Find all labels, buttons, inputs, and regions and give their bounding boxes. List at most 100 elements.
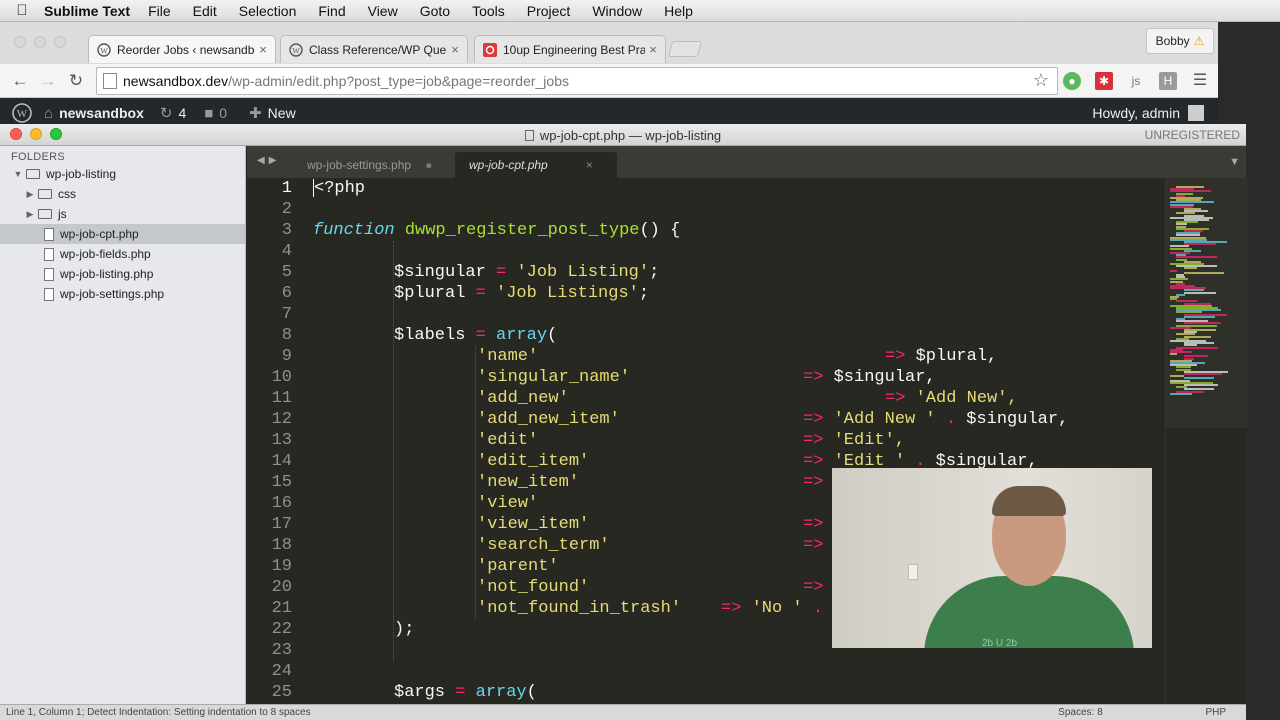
wp-account[interactable]: Howdy, admin xyxy=(1092,105,1204,121)
code-token: 'Add New', xyxy=(915,389,1018,408)
code-value-line-11: => 'Add New', xyxy=(885,388,1018,409)
chevron-right-icon[interactable]: ▶ xyxy=(24,209,36,220)
line-number: 19 xyxy=(271,557,292,576)
code-arrow-15: => xyxy=(803,473,824,492)
minimap-stroke xyxy=(1184,291,1216,294)
tree-folder-css[interactable]: ▶ css xyxy=(0,184,245,204)
code-token: array xyxy=(475,683,527,702)
menu-find[interactable]: Find xyxy=(318,3,345,19)
js-extension-icon[interactable]: js xyxy=(1127,72,1145,90)
macos-menu-bar:  Sublime Text File Edit Selection Find … xyxy=(0,0,1280,22)
wp-site-link[interactable]: ⌂ newsandbox xyxy=(44,105,144,122)
chevron-right-icon[interactable]: ▶ xyxy=(24,189,36,200)
line-number: 20 xyxy=(271,578,292,597)
file-icon xyxy=(44,287,54,301)
indentation-setting[interactable]: Spaces: 8 xyxy=(1058,707,1102,718)
tree-file-wp-job-settings[interactable]: wp-job-settings.php xyxy=(0,284,245,304)
code-token: $singular, xyxy=(833,368,936,387)
tree-file-wp-job-listing[interactable]: wp-job-listing.php xyxy=(0,264,245,284)
folder-icon xyxy=(26,169,40,179)
editor-tab-wp-job-cpt[interactable]: wp-job-cpt.php × xyxy=(455,152,617,178)
menu-goto[interactable]: Goto xyxy=(420,3,450,19)
menu-project[interactable]: Project xyxy=(527,3,571,19)
minimap-stroke xyxy=(1184,315,1216,318)
menu-file[interactable]: File xyxy=(148,3,171,19)
address-bar[interactable]: newsandbox.dev/wp-admin/edit.php?post_ty… xyxy=(96,67,1058,95)
browser-tab-reorder-jobs[interactable]: W Reorder Jobs ‹ newsandbo × xyxy=(88,35,276,63)
syntax-setting[interactable]: PHP xyxy=(1205,707,1226,718)
tab-title: Reorder Jobs ‹ newsandbo xyxy=(117,42,255,57)
updates-count: 4 xyxy=(178,105,187,121)
folders-header: FOLDERS xyxy=(11,151,66,163)
h-extension-icon[interactable]: H xyxy=(1159,72,1177,90)
new-tab-button[interactable] xyxy=(667,41,703,57)
tree-file-wp-job-fields[interactable]: wp-job-fields.php xyxy=(0,244,245,264)
tree-folder-wp-job-listing[interactable]: ▼ wp-job-listing xyxy=(0,164,245,184)
evernote-extension-icon[interactable]: ● xyxy=(1063,72,1081,90)
light-switch xyxy=(908,564,918,580)
wp-comments[interactable]: ■ 0 xyxy=(204,105,227,122)
close-tab-icon[interactable]: × xyxy=(586,158,593,172)
close-tab-icon[interactable]: × xyxy=(645,42,661,57)
line-number: 25 xyxy=(271,683,292,702)
line-number: 10 xyxy=(271,368,292,387)
minimap[interactable] xyxy=(1165,178,1247,704)
menu-selection[interactable]: Selection xyxy=(239,3,297,19)
reload-icon[interactable]: ↻ xyxy=(64,69,88,93)
status-text: Line 1, Column 1; Detect Indentation: Se… xyxy=(6,707,311,718)
browser-zoom-dot[interactable] xyxy=(54,36,66,48)
line-number: 23 xyxy=(271,641,292,660)
chevron-down-icon[interactable]: ▼ xyxy=(12,169,24,179)
menu-edit[interactable]: Edit xyxy=(193,3,217,19)
folder-icon xyxy=(38,209,52,219)
tab-scroll-arrows-icon[interactable]: ◀▶ xyxy=(257,155,280,166)
status-bar: Line 1, Column 1; Detect Indentation: Se… xyxy=(0,704,1246,720)
code-token: => xyxy=(803,368,824,387)
lastpass-extension-icon[interactable]: ✱ xyxy=(1095,72,1113,90)
line-number: 3 xyxy=(281,221,292,240)
browser-tab-wp-query[interactable]: W Class Reference/WP Query × xyxy=(280,35,468,63)
line-number: 18 xyxy=(271,536,292,555)
app-menu-sublime-text[interactable]: Sublime Text xyxy=(44,3,130,19)
svg-text:W: W xyxy=(17,108,28,120)
menu-view[interactable]: View xyxy=(368,3,398,19)
back-arrow-icon[interactable]: ← xyxy=(8,69,32,93)
wp-logo[interactable]: W xyxy=(12,103,32,123)
code-key-edit: 'edit' xyxy=(477,431,539,450)
code-token: => xyxy=(803,431,824,450)
sublime-title-bar: wp-job-cpt.php — wp-job-listing UNREGIST… xyxy=(0,124,1246,146)
menu-tools[interactable]: Tools xyxy=(472,3,505,19)
code-token: . xyxy=(945,410,957,429)
close-tab-icon[interactable]: × xyxy=(255,42,271,57)
line-number: 21 xyxy=(271,599,292,618)
line-number: 15 xyxy=(271,473,292,492)
editor-tab-wp-job-settings[interactable]: wp-job-settings.php ● xyxy=(293,152,446,178)
tree-label: wp-job-cpt.php xyxy=(60,227,139,241)
shirt-text: 2b U 2b xyxy=(982,638,1018,648)
browser-minimize-dot[interactable] xyxy=(34,36,46,48)
comment-icon: ■ xyxy=(204,104,214,122)
code-token: function xyxy=(313,221,395,240)
apple-menu-icon[interactable]:  xyxy=(0,2,44,19)
hamburger-menu-icon[interactable]: ☰ xyxy=(1191,72,1209,90)
wp-new-content[interactable]: ✚ New xyxy=(249,104,296,122)
code-key-add-new: 'add_new' xyxy=(477,389,569,408)
browser-close-dot[interactable] xyxy=(14,36,26,48)
tree-label: wp-job-fields.php xyxy=(60,247,151,261)
tab-menu-icon[interactable]: ▼ xyxy=(1229,156,1240,168)
browser-tab-10up[interactable]: 10up Engineering Best Pra × xyxy=(474,35,666,63)
profile-button[interactable]: Bobby ⚠ xyxy=(1146,28,1214,54)
plus-icon: ✚ xyxy=(249,105,262,122)
close-tab-icon[interactable]: × xyxy=(447,42,463,57)
forward-arrow-icon[interactable]: → xyxy=(36,69,60,93)
line-number: 24 xyxy=(271,662,292,681)
tree-folder-js[interactable]: ▶ js xyxy=(0,204,245,224)
new-label: New xyxy=(267,105,296,121)
line-number: 11 xyxy=(271,389,292,408)
wp-updates[interactable]: ↻ 4 xyxy=(160,104,186,122)
menu-help[interactable]: Help xyxy=(664,3,693,19)
bookmark-star-icon[interactable]: ☆ xyxy=(1033,70,1049,91)
code-token: $singular xyxy=(394,263,486,282)
tree-file-wp-job-cpt[interactable]: wp-job-cpt.php xyxy=(0,224,245,244)
menu-window[interactable]: Window xyxy=(592,3,642,19)
